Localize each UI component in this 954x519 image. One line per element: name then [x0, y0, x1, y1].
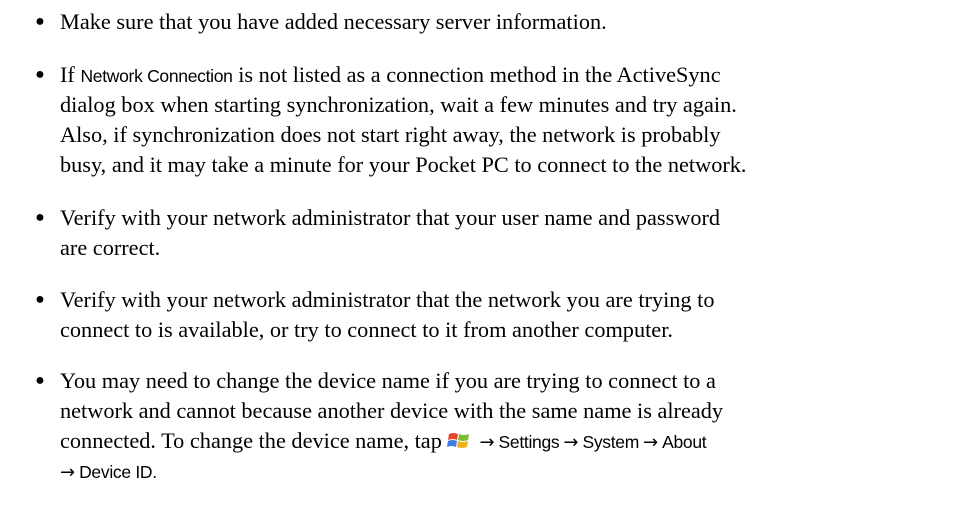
- windows-flag-icon: [447, 433, 470, 448]
- bullet-icon: ●: [35, 291, 45, 308]
- item-text-line: busy, and it may take a minute for your …: [60, 152, 747, 177]
- arrow-right-icon: →: [643, 432, 659, 453]
- menu-path-system: System: [582, 432, 640, 452]
- item-text-line: You may need to change the device name i…: [60, 368, 716, 393]
- item-text-line: If Network Connection is not listed as a…: [60, 62, 721, 87]
- item-text-line: connected. To change the device name, ta…: [60, 428, 707, 453]
- item-text-line: dialog box when starting synchronization…: [60, 92, 737, 117]
- ui-term-network-connection: Network Connection: [80, 66, 233, 86]
- arrow-right-icon: →: [60, 462, 76, 483]
- item-text-line: → Device ID.: [60, 456, 940, 488]
- bullet-icon: ●: [35, 66, 45, 83]
- item-text-line: network and cannot because another devic…: [60, 398, 724, 423]
- bullet-icon: ●: [35, 13, 45, 30]
- item-text-line: are correct.: [60, 235, 161, 260]
- menu-path-about: About: [662, 432, 707, 452]
- bullet-icon: ●: [35, 209, 45, 226]
- menu-path-device-id: Device ID.: [79, 462, 157, 482]
- item-text-line: Verify with your network administrator t…: [60, 287, 715, 312]
- item-text-line: Verify with your network administrator t…: [60, 205, 721, 230]
- menu-path-settings: Settings: [498, 432, 560, 452]
- arrow-right-icon: →: [563, 432, 579, 453]
- item-text-line: Also, if synchronization does not start …: [60, 122, 721, 147]
- item-text-line: Make sure that you have added necessary …: [60, 9, 607, 34]
- arrow-right-icon: →: [479, 432, 495, 453]
- item-text-line: connect to is available, or try to conne…: [60, 317, 673, 342]
- bullet-icon: ●: [35, 372, 45, 389]
